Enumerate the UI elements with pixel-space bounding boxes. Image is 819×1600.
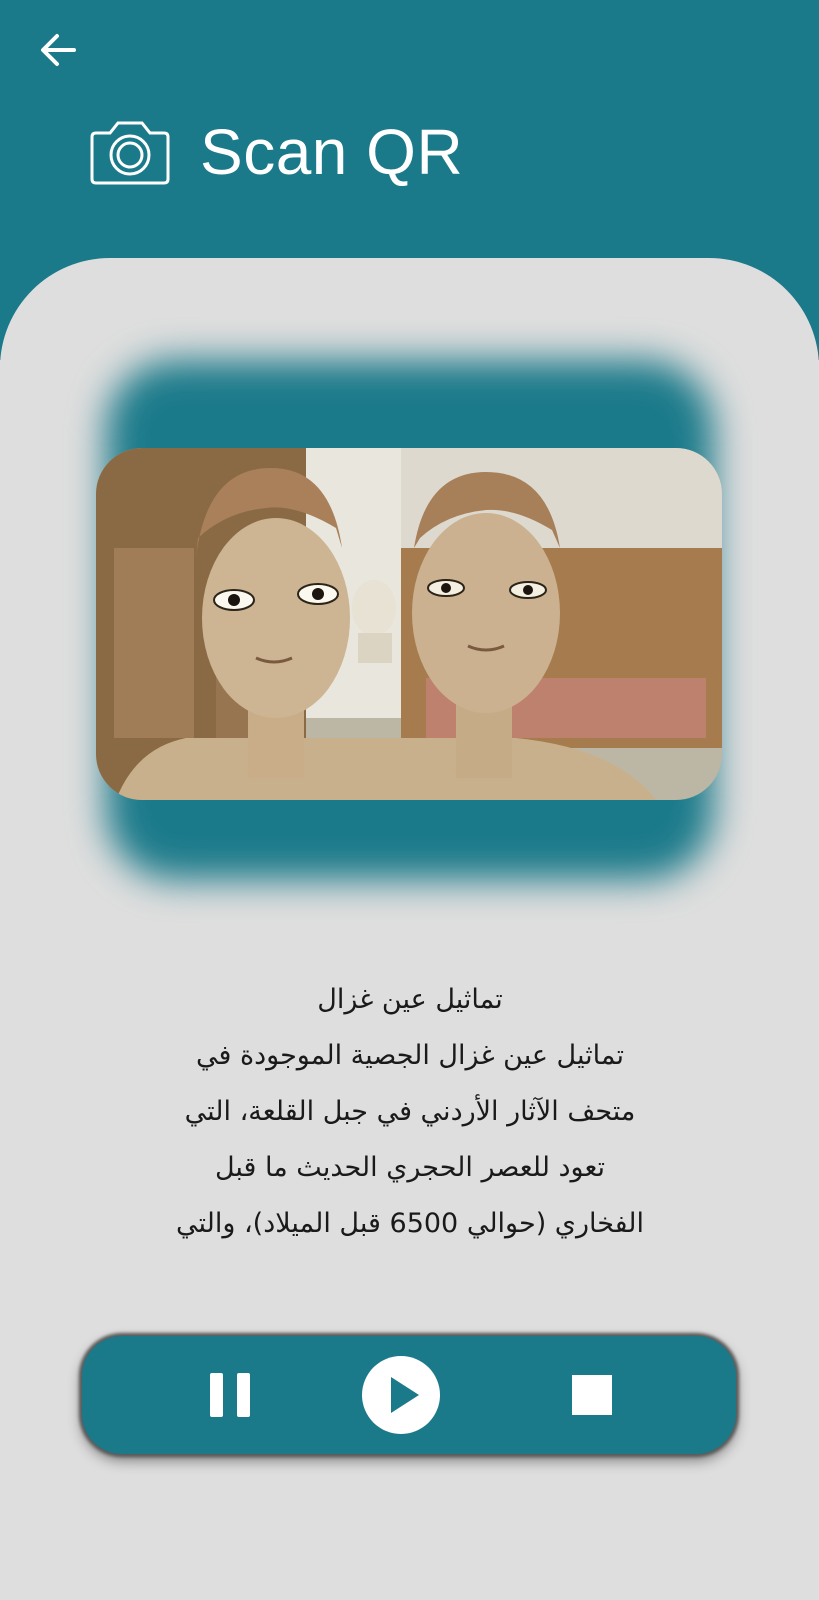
play-button[interactable] (358, 1336, 444, 1454)
description-line: تماثيل عين غزال الجصية الموجودة في (195, 1040, 625, 1071)
page-title: Scan QR (200, 116, 464, 188)
arrow-left-icon (41, 34, 76, 66)
description-line: متحف الآثار الأردني في جبل القلعة، التي (184, 1096, 636, 1127)
back-button[interactable] (30, 22, 86, 78)
camera-icon (90, 121, 170, 185)
stop-icon (572, 1375, 612, 1415)
description-line: الفخاري (حوالي 6500 قبل الميلاد)، والتي (175, 1208, 645, 1239)
play-icon (362, 1356, 440, 1434)
artifact-title: تماثيل عين غزال (317, 984, 503, 1015)
audio-player (82, 1336, 736, 1454)
artifact-description: تماثيل عين غزال تماثيل عين غزال الجصية ا… (140, 972, 680, 1268)
page-title-row: Scan QR (88, 112, 463, 192)
artifact-photo (96, 448, 722, 800)
stop-button[interactable] (550, 1336, 634, 1454)
description-line: تعود للعصر الحجري الحديث ما قبل (214, 1152, 606, 1183)
pause-icon (210, 1373, 250, 1417)
pause-button[interactable] (188, 1336, 272, 1454)
